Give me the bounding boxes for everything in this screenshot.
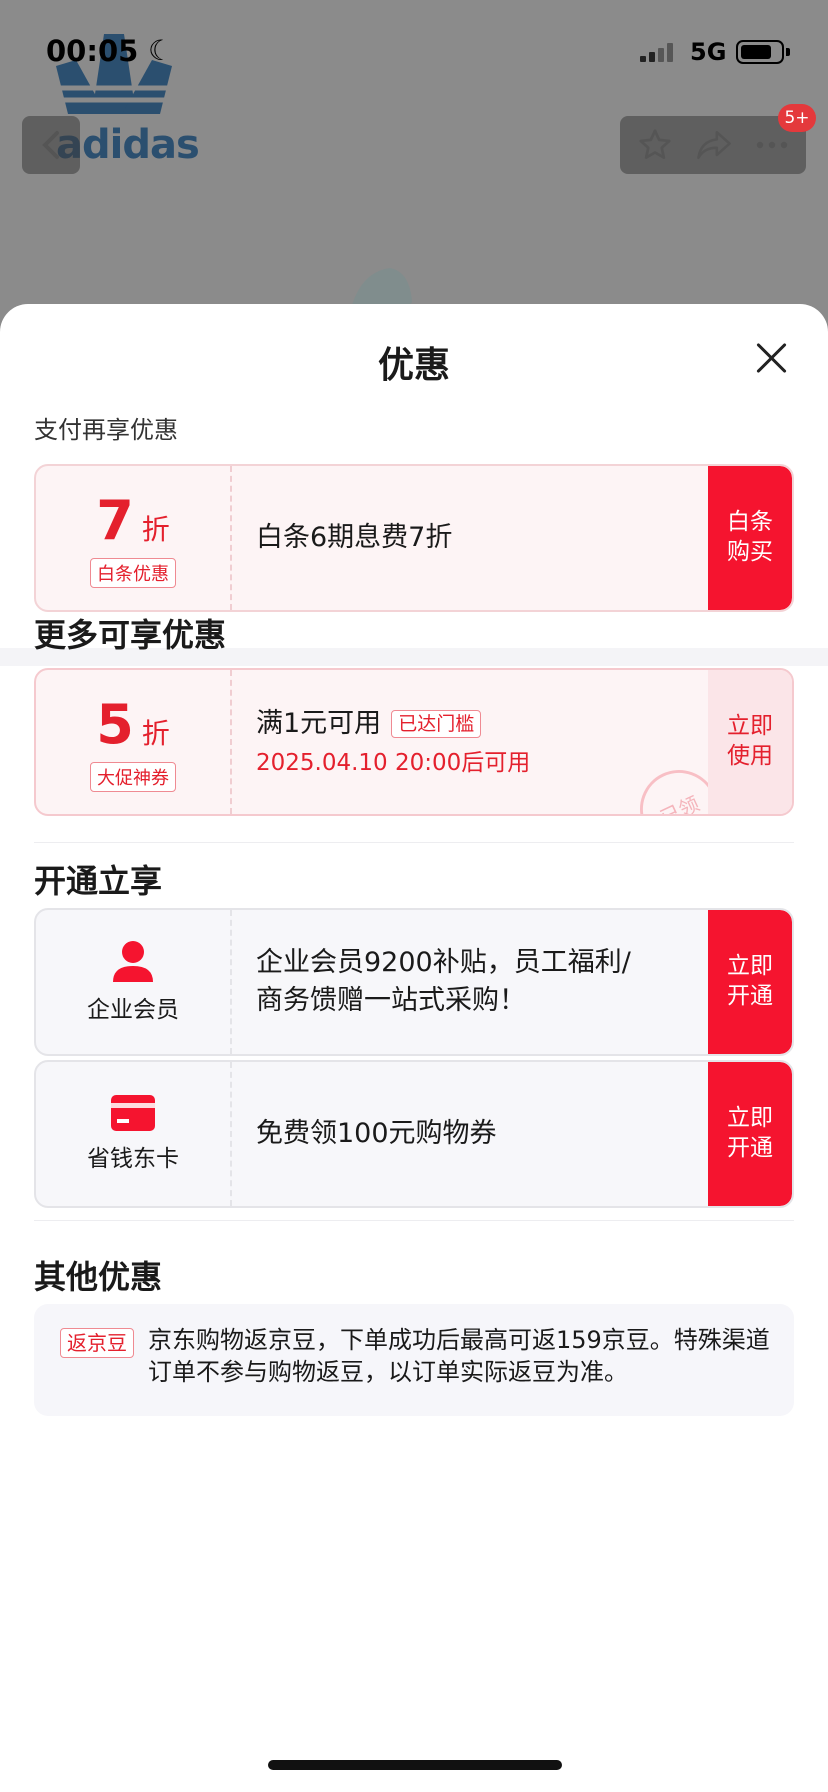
coupon-condition: 满1元可用 [256, 708, 382, 739]
signal-icon [640, 43, 673, 62]
star-icon[interactable] [637, 127, 673, 163]
top-action-bar [620, 116, 806, 174]
share-icon[interactable] [695, 128, 733, 162]
discount-unit: 折 [141, 716, 170, 750]
discount-number: 5 [96, 692, 134, 756]
promo-coupon-card[interactable]: 5折 大促神券 满1元可用 已达门槛 2025.04.10 20:00后可用 已… [34, 668, 794, 816]
status-time: 00:05 [46, 34, 139, 68]
card-description: 免费领100元购物券 [256, 1118, 497, 1150]
threshold-badge: 已达门槛 [391, 709, 482, 738]
coupon-tag: 白条优惠 [90, 557, 176, 588]
open-now-button[interactable]: 立即 开通 [708, 910, 792, 1054]
home-indicator[interactable] [268, 1760, 562, 1770]
more-section-title: 更多可享优惠 [34, 616, 227, 654]
moon-icon: ☾ [148, 34, 174, 67]
pay-section-label: 支付再享优惠 [34, 416, 178, 444]
divider [34, 842, 794, 843]
network-label: 5G [690, 38, 727, 66]
member-name: 企业会员 [87, 997, 179, 1023]
coupon-discount: 7折 白条优惠 [36, 466, 232, 610]
battery-icon [736, 40, 790, 64]
coupon-discount: 5折 大促神券 [36, 670, 232, 814]
member-label: 省钱东卡 [36, 1062, 232, 1206]
sheet-title: 优惠 [377, 345, 450, 386]
rebate-tag: 返京豆 [60, 1328, 134, 1358]
member-description: 企业会员9200补贴，员工福利/ 商务馈赠一站式采购！ [256, 947, 631, 1016]
coupon-info: 满1元可用 已达门槛 2025.04.10 20:00后可用 [256, 670, 530, 814]
discount-number: 7 [96, 488, 134, 552]
member-name: 省钱东卡 [87, 1146, 179, 1172]
back-button[interactable] [22, 116, 80, 174]
discount-unit: 折 [141, 512, 170, 546]
more-icon[interactable] [755, 140, 789, 150]
coupon-valid-time: 2025.04.10 20:00后可用 [256, 749, 531, 776]
jingdou-rebate-info: 返京豆 京东购物返京豆，下单成功后最高可返159京豆。特殊渠道订单不参与购物返豆… [34, 1304, 794, 1416]
coupon-description: 白条6期息费7折 [256, 522, 453, 554]
person-icon [113, 941, 153, 982]
use-now-button[interactable]: 立即 使用 [708, 670, 792, 814]
enterprise-member-card[interactable]: 企业会员 企业会员9200补贴，员工福利/ 商务馈赠一站式采购！ 立即 开通 [34, 908, 794, 1056]
card-icon [111, 1095, 155, 1131]
coupon-tag: 大促神券 [90, 761, 176, 792]
divider [34, 1220, 794, 1221]
member-label: 企业会员 [36, 910, 232, 1054]
saving-card-card[interactable]: 省钱东卡 免费领100元购物券 立即 开通 [34, 1060, 794, 1208]
message-badge: 5+ [778, 104, 816, 132]
chevron-left-icon [42, 131, 59, 159]
open-section-title: 开通立享 [34, 862, 163, 900]
close-icon[interactable] [754, 340, 790, 376]
discount-sheet: 优惠 支付再享优惠 7折 白条优惠 白条6期息费7折 白条 购买 更多可享优惠 … [0, 304, 828, 1792]
rebate-text: 京东购物返京豆，下单成功后最高可返159京豆。特殊渠道订单不参与购物返豆，以订单… [148, 1326, 770, 1387]
open-now-button[interactable]: 立即 开通 [708, 1062, 792, 1206]
baitiao-coupon-card[interactable]: 7折 白条优惠 白条6期息费7折 白条 购买 [34, 464, 794, 612]
baitiao-buy-button[interactable]: 白条 购买 [708, 466, 792, 610]
other-section-title: 其他优惠 [34, 1258, 163, 1296]
